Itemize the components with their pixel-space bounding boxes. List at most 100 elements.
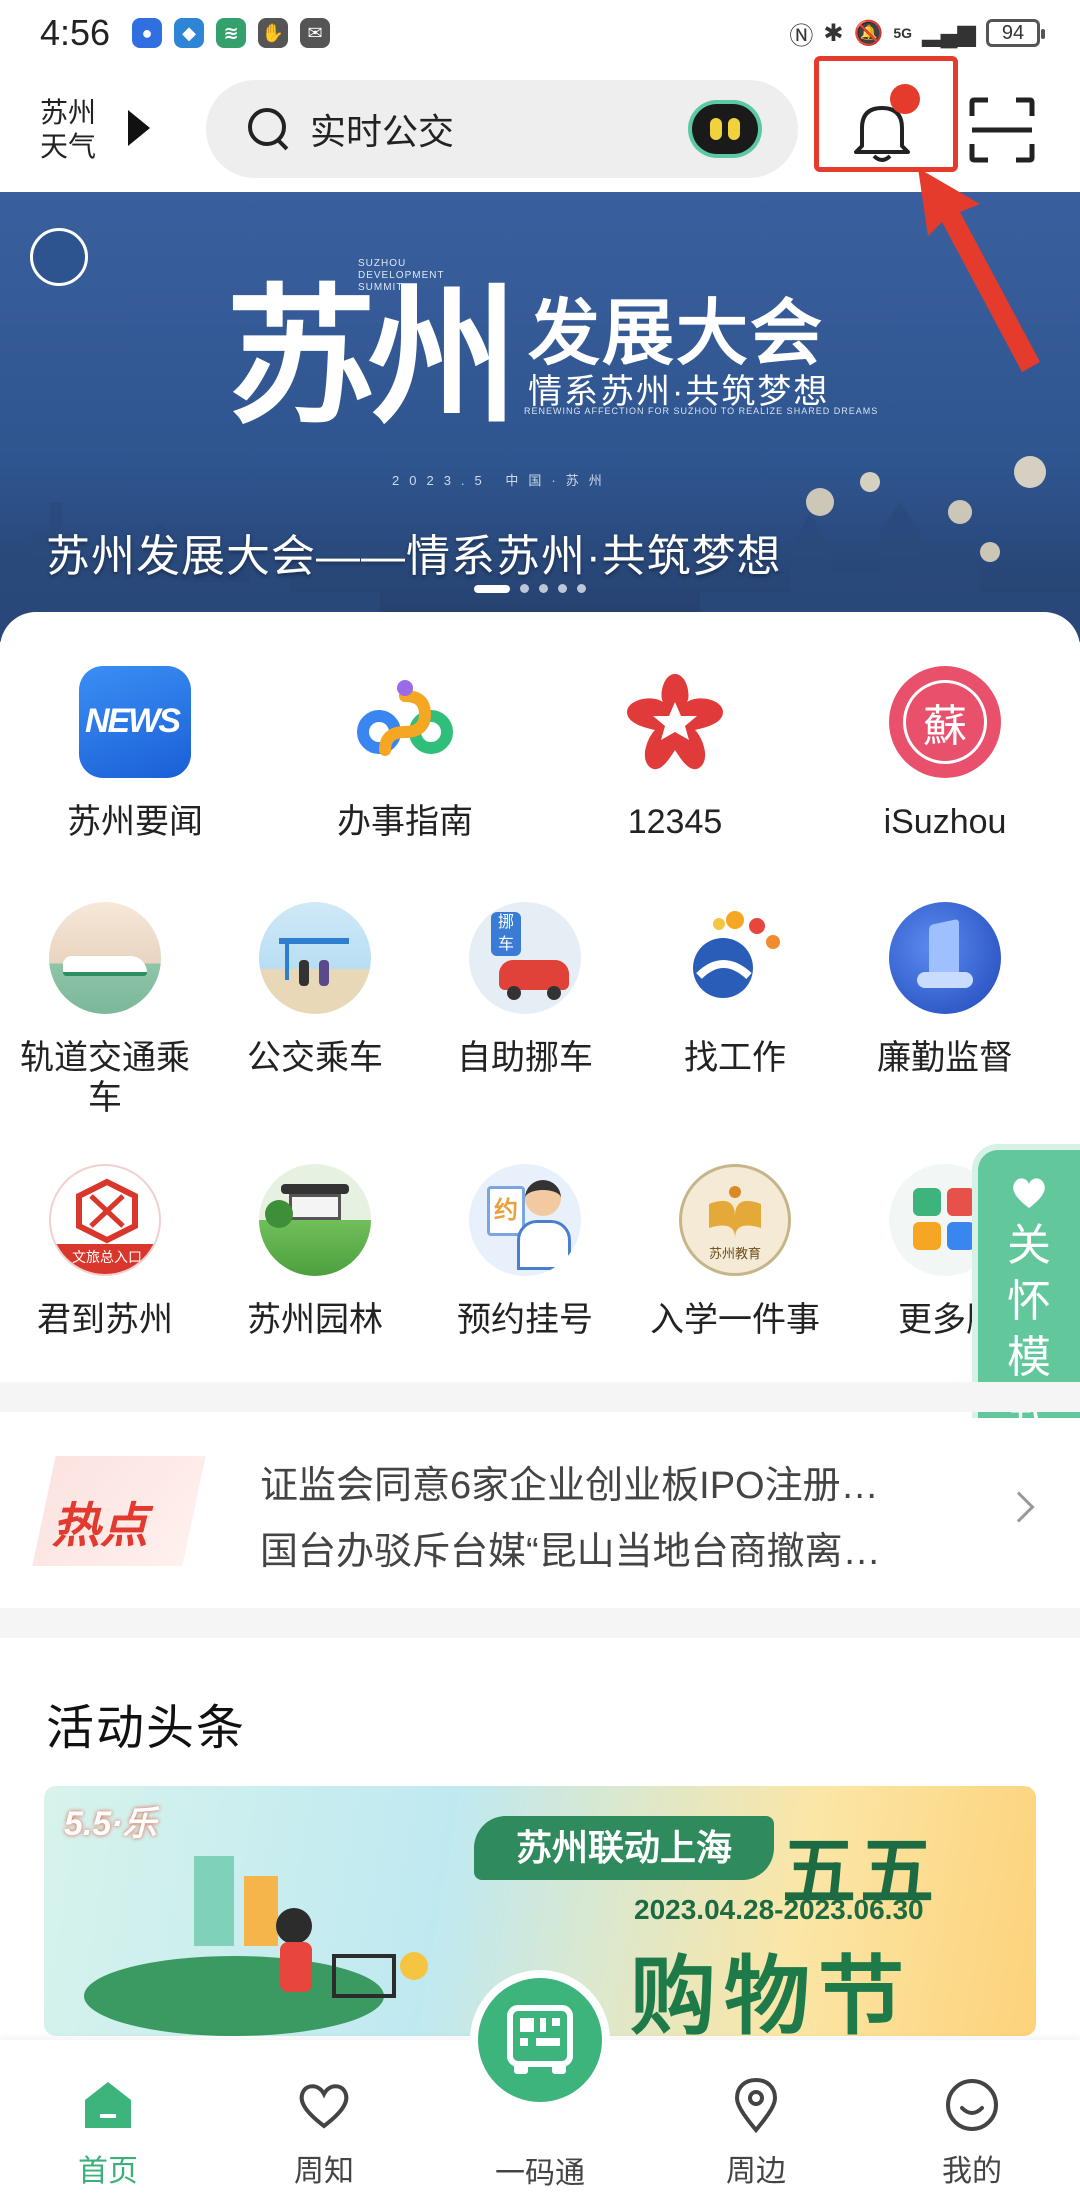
nfc-icon: Ⓝ: [789, 22, 814, 50]
app-label: 君到苏州: [37, 1301, 173, 1339]
appointment-icon: 约: [469, 1164, 581, 1276]
nav-home[interactable]: 首页: [0, 2040, 216, 2204]
heart-icon: [1013, 1178, 1045, 1208]
weather-label[interactable]: 苏州 天气: [40, 96, 110, 164]
app-appointment[interactable]: 约 预约挂号: [420, 1164, 630, 1340]
nav-nearby[interactable]: 周边: [648, 2040, 864, 2204]
tourism-icon: 文旅总入口: [49, 1164, 161, 1276]
app-label: 12345: [627, 803, 723, 841]
app-row-tertiary: 文旅总入口 君到苏州 苏州园林 约 预约挂号 苏州教育 入学一件事 更多: [0, 1164, 1080, 1340]
weather-expand-icon[interactable]: [128, 110, 150, 146]
app-label: 预约挂号: [457, 1301, 593, 1339]
search-placeholder: 实时公交: [310, 111, 455, 152]
app-news[interactable]: NEWS 苏州要闻: [0, 666, 270, 842]
app-row-primary: NEWS 苏州要闻 办事指南 12345 蘇 iSuzhou: [0, 666, 1080, 842]
nav-label-nearby: 周边: [726, 2155, 786, 2188]
metro-icon: [49, 902, 161, 1014]
notification-dot: [890, 84, 920, 114]
assistant-robot-icon[interactable]: [692, 104, 758, 154]
app-row-secondary: 轨道交通乘车 公交乘车 挪车 自助挪车 找工作 廉勤监督: [0, 902, 1080, 1118]
app-car-move[interactable]: 挪车 自助挪车: [420, 902, 630, 1118]
hot-logo: 热点: [32, 1446, 212, 1580]
hotline-icon: [627, 674, 723, 770]
search-icon: [246, 106, 292, 152]
activity-shop: 购物节: [630, 1949, 912, 2036]
smile-face-icon: [946, 2079, 998, 2131]
nav-notice[interactable]: 周知: [216, 2040, 432, 2204]
app-job[interactable]: 找工作: [630, 902, 840, 1118]
notification-icons: ● ◆ ≋ ✋ ✉: [132, 18, 331, 48]
qr-bus-icon: [507, 2005, 573, 2074]
nav-label-mine: 我的: [942, 2155, 1002, 2188]
app-education[interactable]: 苏州教育 入学一件事: [630, 1164, 840, 1340]
app-label: 苏州园林: [247, 1301, 383, 1339]
app-bus[interactable]: 公交乘车: [210, 902, 420, 1118]
app-label: 公交乘车: [247, 1039, 383, 1077]
app-garden[interactable]: 苏州园林: [210, 1164, 420, 1340]
app-label: 入学一件事: [650, 1301, 820, 1339]
app-label: 苏州要闻: [67, 803, 203, 841]
guide-icon: [357, 680, 453, 756]
banner-en-tag: SUZHOU DEVELOPMENT SUMMIT: [358, 258, 445, 293]
app-isuzhou[interactable]: 蘇 iSuzhou: [810, 666, 1080, 842]
network-label: 5G: [893, 25, 913, 41]
red-arrow-annotation: [918, 168, 1040, 372]
job-icon: [693, 911, 780, 998]
activity-section-title: 活动头条: [46, 1702, 247, 1755]
hot-logo-text: 热点: [52, 1500, 149, 1553]
signal-icon: ▂▄▆: [922, 19, 976, 47]
nav-label-notice: 周知: [294, 2155, 354, 2188]
carousel-dot: [520, 584, 529, 593]
search-bar[interactable]: 实时公交: [206, 80, 798, 178]
app-label: 办事指南: [337, 803, 473, 841]
nav-label-home: 首页: [78, 2155, 138, 2188]
services-card: NEWS 苏州要闻 办事指南 12345 蘇 iSuzhou 轨道交通乘车 公交…: [0, 612, 1080, 1382]
system-status: Ⓝ ✱ 🔕 5G ▂▄▆ 94: [789, 16, 1045, 51]
hot-headline-1[interactable]: 证监会同意6家企业创业板IPO注册…: [260, 1454, 960, 1509]
summit-logo-icon: [30, 228, 88, 286]
app-notification-icon: ◆: [174, 18, 205, 48]
carousel-dot: [558, 584, 567, 593]
location-pin-icon: [734, 2077, 778, 2134]
tourism-badge: 文旅总入口: [51, 1244, 159, 1274]
activity-badge: 苏州联动上海: [474, 1816, 774, 1880]
app-label: 廉勤监督: [877, 1039, 1013, 1077]
app-supervision[interactable]: 廉勤监督: [840, 902, 1050, 1118]
app-label: 自助挪车: [457, 1039, 593, 1077]
bluetooth-icon: ✱: [823, 19, 844, 47]
mail-notification-icon: ✉: [300, 18, 331, 48]
nav-mine[interactable]: 我的: [864, 2040, 1080, 2204]
isuzhou-icon: 蘇: [889, 666, 1001, 778]
app-hotline[interactable]: 12345: [540, 666, 810, 842]
app-label: 轨道交通乘车: [20, 1039, 190, 1117]
section-divider: [0, 1382, 1080, 1412]
education-icon: 苏州教育: [679, 1164, 791, 1276]
bus-icon: [259, 902, 371, 1014]
app-notification-icon: ≋: [216, 18, 247, 48]
app-tourism[interactable]: 文旅总入口 君到苏州: [0, 1164, 210, 1340]
nav-label-code: 一码通: [495, 2157, 585, 2190]
banner-subtitle-en: RENEWING AFFECTION FOR SUZHOU TO REALIZE…: [524, 406, 879, 416]
code-button[interactable]: [470, 1970, 610, 2110]
scan-icon[interactable]: [968, 96, 1036, 164]
shopping-illustration: [84, 1856, 428, 2036]
app-label: 找工作: [684, 1039, 786, 1077]
hand-notification-icon: ✋: [258, 18, 289, 48]
activity-logo: 5.5·乐: [64, 1805, 157, 1843]
carousel-dots: [474, 584, 586, 593]
hot-news[interactable]: 热点 证监会同意6家企业创业板IPO注册… 国台办驳斥台媒“昆山当地台商撤离…: [0, 1418, 1080, 1608]
banner-caption: 苏州发展大会——情系苏州·共筑梦想: [46, 532, 782, 581]
carousel-dot: [577, 584, 586, 593]
status-time: 4:56: [40, 12, 111, 53]
app-metro[interactable]: 轨道交通乘车: [0, 902, 210, 1118]
app-guide[interactable]: 办事指南: [270, 666, 540, 842]
battery-indicator: 94: [986, 19, 1045, 47]
supervision-icon: [889, 902, 1001, 1014]
mute-icon: 🔕: [853, 19, 884, 47]
chevron-right-icon[interactable]: [1003, 1491, 1035, 1523]
section-divider: [0, 1608, 1080, 1638]
hot-headline-2[interactable]: 国台办驳斥台媒“昆山当地台商撤离…: [260, 1520, 960, 1575]
app-label: iSuzhou: [883, 803, 1007, 841]
carousel-dot: [539, 584, 548, 593]
bulb-notification-icon: ●: [132, 18, 163, 48]
